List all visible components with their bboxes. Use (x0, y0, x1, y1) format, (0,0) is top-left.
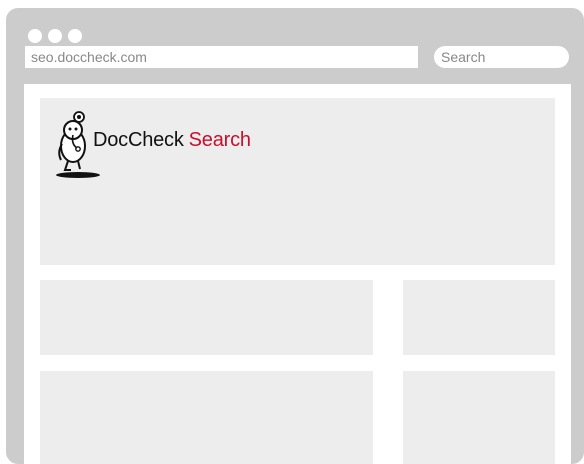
search-input[interactable]: Search (434, 46, 569, 68)
sidebar-block-placeholder (403, 280, 555, 355)
window-controls (28, 29, 82, 43)
content-block-placeholder (40, 280, 373, 355)
page-header: DocCheck Search (40, 98, 555, 265)
address-bar[interactable]: seo.doccheck.com (25, 46, 418, 68)
sidebar-block-placeholder (403, 371, 555, 464)
content-block-placeholder (40, 371, 373, 464)
brand-name-main: DocCheck (93, 129, 184, 151)
page-viewport: DocCheck Search (24, 84, 571, 464)
maximize-window-dot[interactable] (68, 29, 82, 43)
brand-name: DocCheck Search (93, 128, 251, 152)
browser-window: seo.doccheck.com Search DocCheck Search (6, 8, 584, 464)
minimize-window-dot[interactable] (48, 29, 62, 43)
close-window-dot[interactable] (28, 29, 42, 43)
site-logo[interactable]: DocCheck Search (53, 108, 293, 182)
brand-name-accent: Search (188, 129, 251, 151)
